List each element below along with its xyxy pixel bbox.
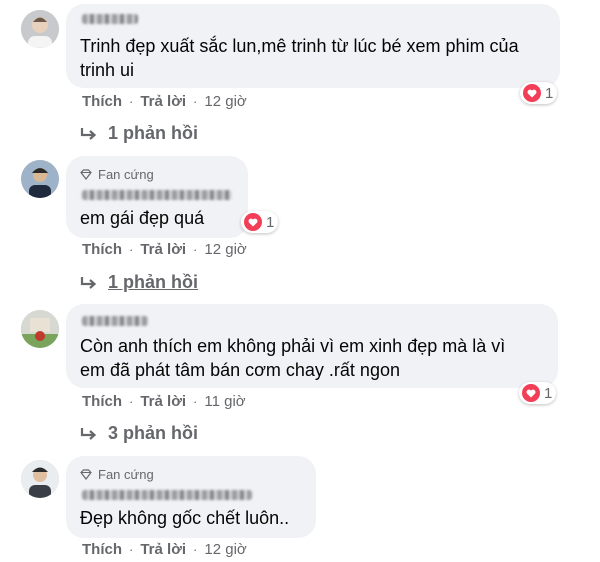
view-replies-link[interactable]: 1 phản hồi (80, 123, 198, 144)
reaction-badge[interactable]: 1 (520, 82, 558, 104)
comment-text: Còn anh thích em không phải vì em xinh đ… (80, 336, 506, 380)
like-button[interactable]: Thích (82, 393, 122, 410)
reply-arrow-icon (80, 127, 97, 140)
avatar[interactable] (21, 310, 59, 348)
comment-text: Trinh đẹp xuất sắc lun,mê trinh từ lúc b… (80, 36, 519, 80)
reply-arrow-icon (80, 276, 97, 289)
view-replies-link[interactable]: 1 phản hồi (80, 272, 198, 293)
avatar[interactable] (21, 460, 59, 498)
timestamp[interactable]: 12 giờ (204, 93, 246, 110)
author-name[interactable] (82, 316, 148, 326)
comment-text: em gái đẹp quá (80, 208, 205, 228)
like-button[interactable]: Thích (82, 93, 122, 110)
reply-arrow-icon (80, 427, 97, 440)
comment-bubble: Fan cứng em gái đẹp quá (66, 156, 248, 238)
view-replies-link[interactable]: 3 phản hồi (80, 423, 198, 444)
reaction-badge[interactable]: 1 (241, 211, 279, 233)
reply-button[interactable]: Trả lời (140, 393, 186, 410)
comment-bubble: Trinh đẹp xuất sắc lun,mê trinh từ lúc b… (66, 4, 560, 88)
reply-button[interactable]: Trả lời (140, 541, 186, 558)
diamond-icon (80, 469, 92, 480)
diamond-icon (80, 169, 92, 180)
like-button[interactable]: Thích (82, 541, 122, 558)
comment-bubble: Còn anh thích em không phải vì em xinh đ… (66, 304, 558, 388)
like-button[interactable]: Thích (82, 241, 122, 258)
heart-reaction-icon (522, 384, 540, 402)
timestamp[interactable]: 12 giờ (204, 541, 246, 558)
timestamp[interactable]: 11 giờ (204, 393, 245, 410)
fan-badge: Fan cứng (80, 167, 154, 182)
comment-bubble: Fan cứng Đẹp không gốc chết luôn.. (66, 456, 316, 538)
author-name[interactable] (82, 490, 252, 500)
author-name[interactable] (82, 14, 138, 24)
heart-reaction-icon (523, 84, 541, 102)
author-name[interactable] (82, 190, 232, 200)
avatar[interactable] (21, 160, 59, 198)
avatar[interactable] (21, 10, 59, 48)
comment-text: Đẹp không gốc chết luôn.. (80, 508, 290, 528)
reaction-badge[interactable]: 1 (519, 382, 557, 404)
heart-reaction-icon (244, 213, 262, 231)
fan-badge: Fan cứng (80, 467, 154, 482)
timestamp[interactable]: 12 giờ (204, 241, 246, 258)
reply-button[interactable]: Trả lời (140, 241, 186, 258)
reply-button[interactable]: Trả lời (140, 93, 186, 110)
